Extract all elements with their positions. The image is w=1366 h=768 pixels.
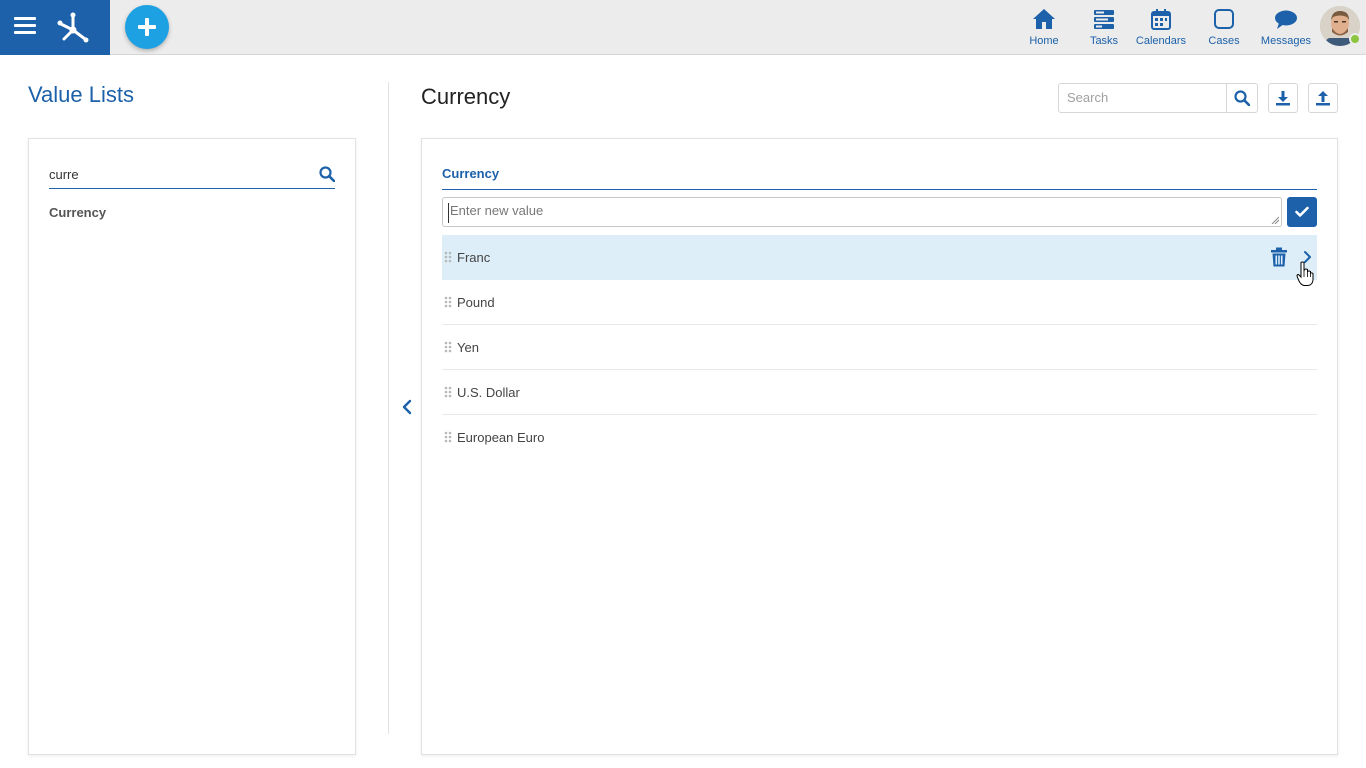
nav-home-label: Home xyxy=(1029,35,1059,47)
nav-tasks-label: Tasks xyxy=(1089,35,1119,47)
add-value-confirm-button[interactable] xyxy=(1287,197,1317,227)
nav-cases[interactable]: Cases xyxy=(1204,0,1244,55)
list-item[interactable]: Pound xyxy=(442,280,1317,325)
drag-handle-icon[interactable] xyxy=(444,296,452,308)
list-item-label: Pound xyxy=(457,295,495,310)
collapse-panel-chevron-left-icon[interactable] xyxy=(399,398,415,416)
cases-icon xyxy=(1214,9,1234,29)
top-bar: Home Tasks Calendars Cases Messages xyxy=(0,0,1366,55)
value-list-editor: Currency Franc xyxy=(421,138,1338,755)
nav-tasks[interactable]: Tasks xyxy=(1086,0,1122,55)
new-value-input[interactable] xyxy=(448,203,1268,223)
hamburger-menu-icon[interactable] xyxy=(14,17,36,37)
resize-grip-icon[interactable] xyxy=(1271,216,1279,224)
download-button[interactable] xyxy=(1268,83,1298,113)
plus-icon xyxy=(138,18,156,36)
nav-calendars[interactable]: Calendars xyxy=(1134,0,1188,55)
list-item[interactable]: U.S. Dollar xyxy=(442,370,1317,415)
chevron-right-icon[interactable] xyxy=(1302,250,1312,264)
list-header: Currency xyxy=(442,166,1317,190)
search-icon xyxy=(1234,90,1250,106)
value-list: Franc Pound Yen U.S. Dollar European Eur… xyxy=(442,235,1317,460)
list-item[interactable]: European Euro xyxy=(442,415,1317,460)
value-list-result-item[interactable]: Currency xyxy=(49,205,106,220)
value-list-search-input[interactable] xyxy=(49,163,299,185)
new-value-field xyxy=(442,197,1282,227)
value-list-search xyxy=(49,163,335,189)
drag-handle-icon[interactable] xyxy=(444,251,452,263)
nav-messages[interactable]: Messages xyxy=(1258,0,1314,55)
list-item[interactable]: Franc xyxy=(442,235,1317,280)
drag-handle-icon[interactable] xyxy=(444,341,452,353)
list-item-label: European Euro xyxy=(457,430,545,445)
online-status-indicator xyxy=(1349,33,1361,45)
list-item[interactable]: Yen xyxy=(442,325,1317,370)
panel-divider xyxy=(388,82,389,734)
search-input[interactable] xyxy=(1067,90,1217,105)
nav-home[interactable]: Home xyxy=(1024,0,1064,55)
page-title: Currency xyxy=(421,84,511,109)
list-item-label: U.S. Dollar xyxy=(457,385,520,400)
upload-icon xyxy=(1316,91,1330,106)
nav-messages-label: Messages xyxy=(1260,35,1312,47)
value-lists-title: Value Lists xyxy=(28,82,134,107)
search-icon[interactable] xyxy=(319,166,335,182)
list-item-label: Yen xyxy=(457,340,479,355)
check-icon xyxy=(1295,206,1309,217)
drag-handle-icon[interactable] xyxy=(444,386,452,398)
delete-trash-icon[interactable] xyxy=(1270,247,1288,267)
home-icon xyxy=(1033,9,1055,29)
upload-button[interactable] xyxy=(1308,83,1338,113)
messages-icon xyxy=(1275,10,1297,29)
brand-area xyxy=(0,0,110,55)
drag-handle-icon[interactable] xyxy=(444,431,452,443)
search-button[interactable] xyxy=(1226,84,1257,112)
calendar-icon xyxy=(1151,9,1171,30)
app-logo-icon[interactable] xyxy=(55,10,91,46)
create-new-button[interactable] xyxy=(125,5,169,49)
value-lists-panel: Currency xyxy=(28,138,356,755)
list-item-label: Franc xyxy=(457,250,491,265)
nav-calendars-label: Calendars xyxy=(1135,35,1187,47)
tasks-icon xyxy=(1094,10,1114,29)
download-icon xyxy=(1276,91,1290,106)
search-box xyxy=(1058,83,1258,113)
nav-cases-label: Cases xyxy=(1208,35,1240,47)
